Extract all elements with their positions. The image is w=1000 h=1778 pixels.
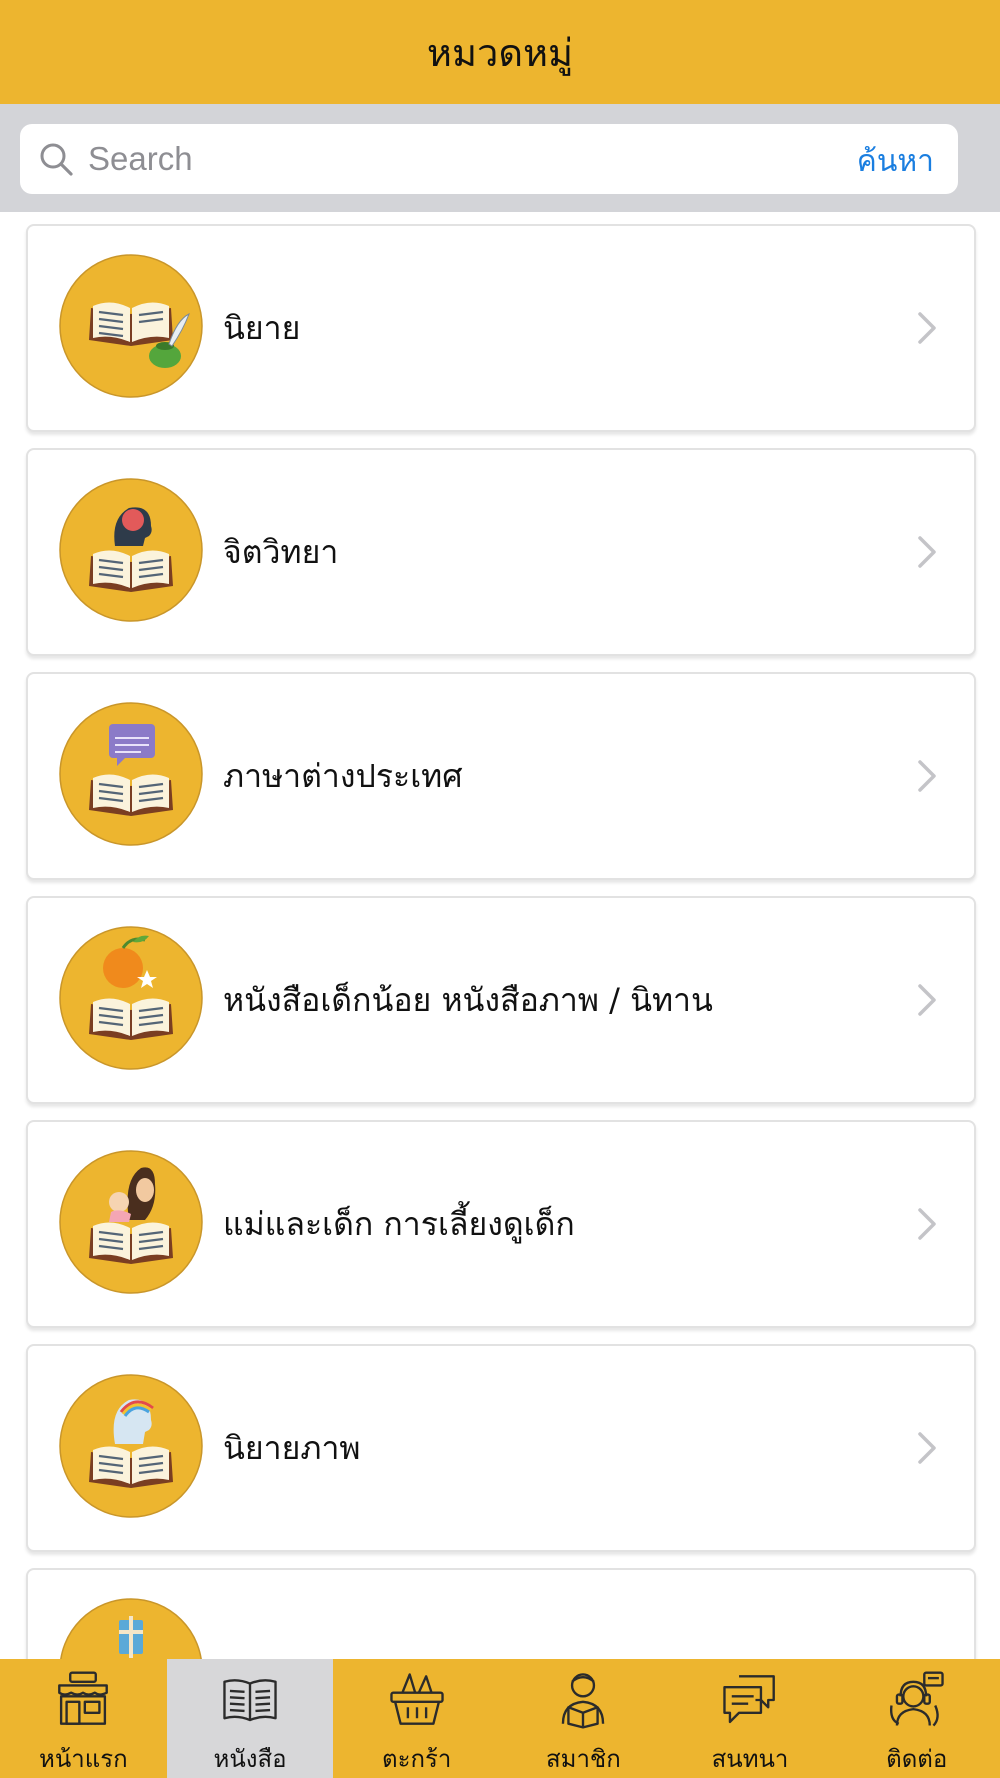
search-box[interactable]: ค้นหา — [20, 124, 958, 194]
book-translate-icon — [59, 702, 203, 846]
category-item-foreign-language[interactable]: ภาษาต่างประเทศ — [26, 672, 976, 880]
category-label: หนังสือเด็กน้อย หนังสือภาพ / นิทาน — [223, 980, 713, 1019]
category-label: นิยายภาพ — [223, 1428, 361, 1467]
chevron-right-icon — [918, 760, 936, 792]
tab-home[interactable]: หน้าแรก — [0, 1659, 167, 1778]
book-fruit-icon — [59, 926, 203, 1070]
chevron-right-icon — [918, 1208, 936, 1240]
tab-label: หนังสือ — [213, 1745, 287, 1773]
chevron-right-icon — [918, 984, 936, 1016]
tab-books[interactable]: หนังสือ — [166, 1659, 334, 1778]
chevron-right-icon — [918, 536, 936, 568]
app-header: หมวดหมู่ — [0, 0, 1000, 104]
tab-member[interactable]: สมาชิก — [500, 1659, 667, 1778]
category-item-parenting[interactable]: แม่และเด็ก การเลี้ยงดูเด็ก — [26, 1120, 976, 1328]
tab-chat[interactable]: สนทนา — [667, 1659, 834, 1778]
search-button[interactable]: ค้นหา — [857, 138, 934, 185]
tab-basket[interactable]: ตะกร้า — [333, 1659, 500, 1778]
storefront-icon — [58, 1671, 109, 1725]
search-bar: ค้นหา — [0, 104, 1000, 212]
bottom-tab-bar: หน้าแรก หนังสือ ตะกร้า สมาชิก สนทนา ติดต… — [0, 1659, 1000, 1778]
chat-bubbles-icon — [723, 1675, 775, 1724]
support-agent-icon — [889, 1671, 944, 1727]
tab-label: สนทนา — [711, 1745, 789, 1773]
category-label: นิยาย — [223, 308, 301, 347]
tab-label: สมาชิก — [545, 1745, 621, 1773]
book-brain-icon — [59, 478, 203, 622]
book-quill-icon — [59, 254, 203, 398]
category-item-psychology[interactable]: จิตวิทยา — [26, 448, 976, 656]
category-item-partial[interactable] — [26, 1568, 976, 1659]
book-cross-icon — [60, 1598, 202, 1659]
tab-label: ติดต่อ — [886, 1745, 948, 1773]
book-mother-child-icon — [59, 1150, 203, 1294]
tab-contact[interactable]: ติดต่อ — [833, 1659, 1000, 1778]
category-list: นิยาย จิตวิทยา ภาษาต่างประเทศ หนังสือเด็… — [0, 212, 1000, 1659]
basket-icon — [389, 1673, 444, 1725]
category-label: แม่และเด็ก การเลี้ยงดูเด็ก — [223, 1204, 575, 1243]
search-icon — [40, 143, 73, 176]
category-label: ภาษาต่างประเทศ — [223, 756, 463, 795]
category-item-novel[interactable]: นิยาย — [26, 224, 976, 432]
member-reading-icon — [562, 1673, 605, 1729]
tab-label: หน้าแรก — [39, 1745, 128, 1773]
category-label: จิตวิทยา — [223, 532, 339, 571]
category-item-graphic-novel[interactable]: นิยายภาพ — [26, 1344, 976, 1552]
page-title: หมวดหมู่ — [426, 30, 574, 75]
search-input[interactable] — [88, 140, 808, 178]
tab-label: ตะกร้า — [381, 1745, 452, 1773]
book-rainbow-head-icon — [59, 1374, 203, 1518]
open-book-icon — [223, 1679, 277, 1722]
category-item-children-picture-books[interactable]: หนังสือเด็กน้อย หนังสือภาพ / นิทาน — [26, 896, 976, 1104]
chevron-right-icon — [918, 1432, 936, 1464]
chevron-right-icon — [918, 312, 936, 344]
